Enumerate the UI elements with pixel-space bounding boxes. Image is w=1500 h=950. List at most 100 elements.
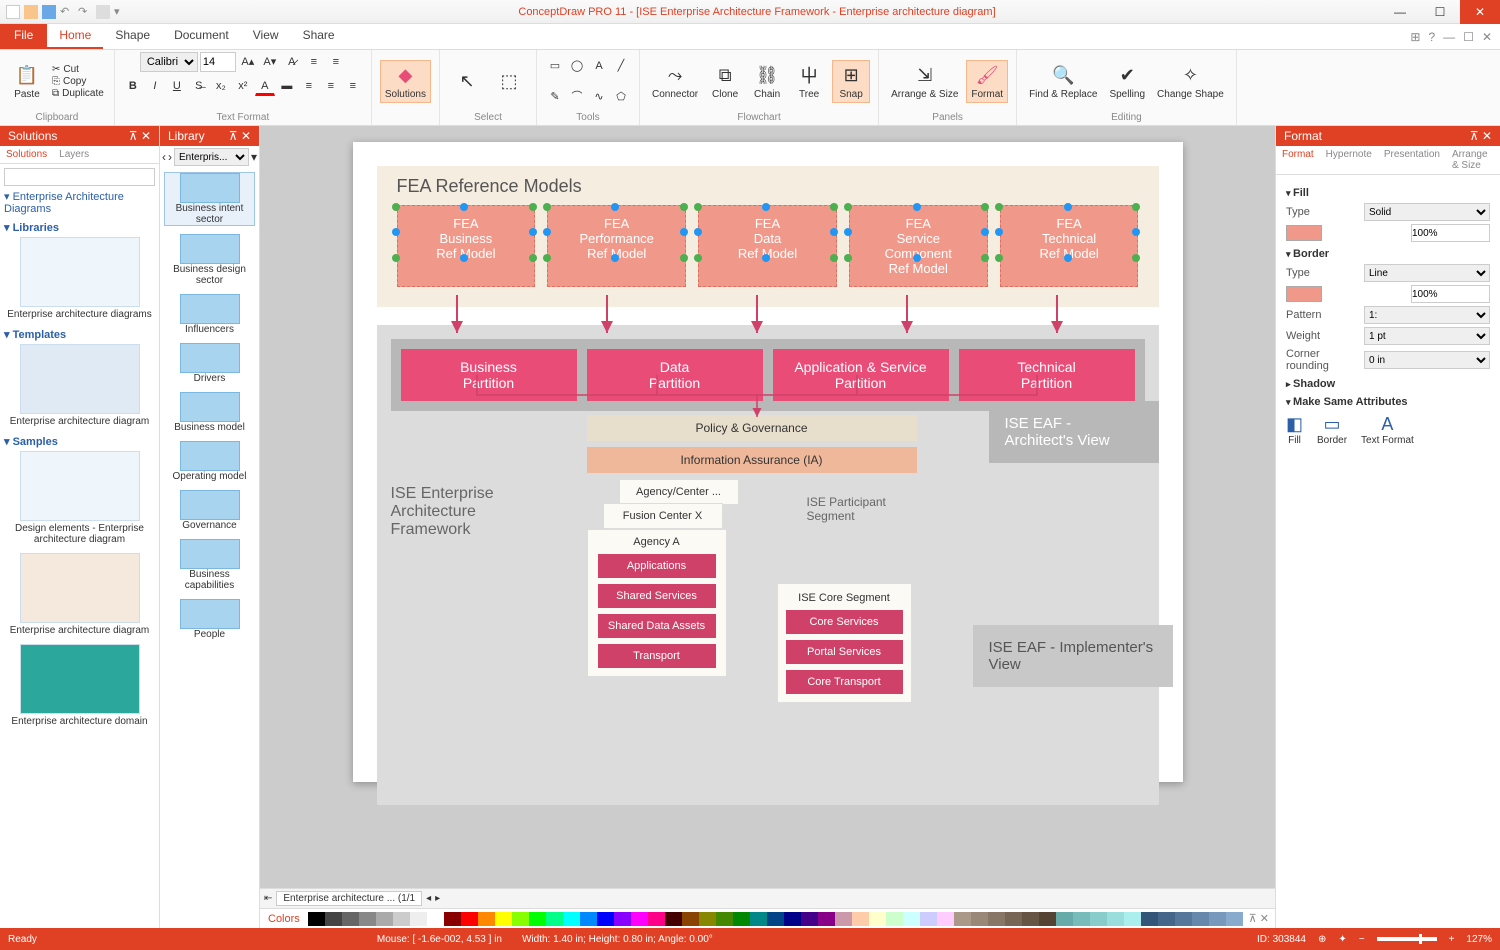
color-swatch[interactable] [308, 912, 325, 926]
copy-button[interactable]: ⎘ Copy [50, 76, 106, 87]
segment-card-1[interactable]: Agency A ApplicationsShared ServicesShar… [587, 529, 727, 677]
solutions-search[interactable] [4, 168, 155, 186]
color-swatch[interactable] [1005, 912, 1022, 926]
color-swatch[interactable] [682, 912, 699, 926]
color-swatch[interactable] [767, 912, 784, 926]
sheet-nav-prev[interactable]: ◂ [426, 893, 431, 904]
spline-tool[interactable]: ∿ [589, 87, 609, 107]
fill-opacity-input[interactable] [1411, 224, 1490, 242]
strike-button[interactable]: S̶ [189, 76, 209, 96]
library-shape-item[interactable]: Drivers [164, 343, 255, 384]
sample-thumb-1[interactable]: Design elements - Enterprise architectur… [4, 451, 155, 545]
status-icon-2[interactable]: ✦ [1338, 934, 1346, 945]
color-swatch[interactable] [546, 912, 563, 926]
color-swatch[interactable] [376, 912, 393, 926]
qat-open-icon[interactable] [24, 5, 38, 19]
align-mid-icon[interactable]: ≡ [321, 76, 341, 96]
fill-type-select[interactable]: Solid [1364, 203, 1490, 221]
color-swatch[interactable] [699, 912, 716, 926]
ribbon-options-icon[interactable]: ⊞ [1410, 30, 1420, 44]
poly-tool[interactable]: ⬠ [611, 87, 631, 107]
zoom-out-button[interactable]: − [1359, 934, 1365, 945]
color-swatch[interactable] [1107, 912, 1124, 926]
fea-ref-model-box[interactable]: FEAPerformanceRef Model [547, 205, 686, 287]
border-weight-select[interactable]: 1 pt [1364, 327, 1490, 345]
align-top-icon[interactable]: ≡ [299, 76, 319, 96]
arc-tool[interactable]: ⌒ [567, 87, 587, 107]
partition-box[interactable]: BusinessPartition [401, 349, 577, 401]
color-swatch[interactable] [393, 912, 410, 926]
italic-button[interactable]: I [145, 76, 165, 96]
library-shape-item[interactable]: Influencers [164, 294, 255, 335]
color-swatch[interactable] [478, 912, 495, 926]
sheet-nav-next[interactable]: ▸ [435, 893, 440, 904]
align-bot-icon[interactable]: ≡ [343, 76, 363, 96]
close-button[interactable]: ✕ [1460, 0, 1500, 24]
subscript-button[interactable]: x₂ [211, 76, 231, 96]
library-shape-item[interactable]: People [164, 599, 255, 640]
sheet-nav-first[interactable]: ⇤ [264, 893, 272, 904]
partition-box[interactable]: TechnicalPartition [959, 349, 1135, 401]
color-swatch[interactable] [1158, 912, 1175, 926]
border-section[interactable]: Border [1286, 248, 1490, 260]
border-type-select[interactable]: Line [1364, 264, 1490, 282]
fill-section[interactable]: Fill [1286, 187, 1490, 199]
sheet-tab[interactable]: Enterprise architecture ... (1/1 [276, 891, 422, 906]
sample-thumb-3[interactable]: Enterprise architecture domain [4, 644, 155, 727]
fea-ref-model-box[interactable]: FEADataRef Model [698, 205, 837, 287]
template-thumb[interactable]: Enterprise architecture diagram [4, 344, 155, 427]
pin-icon[interactable]: ⊼ [129, 129, 138, 143]
color-swatch[interactable] [495, 912, 512, 926]
zoom-level[interactable]: 127% [1466, 934, 1492, 945]
file-tab[interactable]: File [0, 24, 47, 49]
implementer-view-box[interactable]: ISE EAF - Implementer's View [973, 625, 1173, 687]
pin-icon[interactable]: ⊼ [229, 129, 238, 143]
panel-close-icon[interactable]: ✕ [1482, 129, 1492, 143]
library-shape-item[interactable]: Operating model [164, 441, 255, 482]
qat-undo-icon[interactable]: ↶ [60, 5, 74, 19]
color-swatch[interactable] [1090, 912, 1107, 926]
color-swatch[interactable] [988, 912, 1005, 926]
fea-container[interactable]: FEA Reference Models FEABusinessRef Mode… [377, 166, 1159, 307]
policy-box[interactable]: Policy & Governance [587, 415, 917, 441]
color-swatch[interactable] [733, 912, 750, 926]
underline-button[interactable]: U [167, 76, 187, 96]
color-swatch[interactable] [1209, 912, 1226, 926]
clone-button[interactable]: ⧉Clone [706, 61, 744, 102]
color-swatch[interactable] [1124, 912, 1141, 926]
library-shape-item[interactable]: Business model [164, 392, 255, 433]
qat-redo-icon[interactable]: ↷ [78, 5, 92, 19]
diagram-page[interactable]: FEA Reference Models FEABusinessRef Mode… [353, 142, 1183, 782]
same-text-button[interactable]: AText Format [1361, 414, 1414, 446]
core-layer-box[interactable]: Portal Services [786, 640, 903, 664]
duplicate-button[interactable]: ⧉ Duplicate [50, 88, 106, 99]
color-swatch[interactable] [818, 912, 835, 926]
ribbon-min-icon[interactable]: — [1443, 30, 1455, 44]
help-icon[interactable]: ? [1428, 30, 1435, 44]
templates-section[interactable]: ▾ Templates [4, 328, 155, 341]
agency-layer-box[interactable]: Transport [598, 644, 716, 668]
color-swatch[interactable] [665, 912, 682, 926]
pen-tool[interactable]: ✎ [545, 87, 565, 107]
same-border-button[interactable]: ▭Border [1317, 414, 1347, 446]
solution-tree-item[interactable]: ▾ Enterprise Architecture Diagrams [4, 190, 155, 215]
tab-document[interactable]: Document [162, 24, 241, 49]
font-name-select[interactable]: Calibri [140, 52, 198, 72]
color-swatch[interactable] [801, 912, 818, 926]
layers-subtab[interactable]: Layers [53, 146, 95, 163]
color-swatch[interactable] [427, 912, 444, 926]
color-swatch[interactable] [614, 912, 631, 926]
color-swatch[interactable] [886, 912, 903, 926]
color-swatch[interactable] [1141, 912, 1158, 926]
library-select[interactable]: Enterpris... [174, 148, 249, 166]
bold-button[interactable]: B [123, 76, 143, 96]
ribbon-restore-icon[interactable]: ☐ [1463, 30, 1474, 44]
border-opacity-input[interactable] [1411, 285, 1490, 303]
architect-view-box[interactable]: ISE EAF - Architect's View [989, 401, 1159, 463]
tab-shape[interactable]: Shape [103, 24, 162, 49]
color-swatch[interactable] [512, 912, 529, 926]
lower-container[interactable]: BusinessPartitionDataPartitionApplicatio… [377, 325, 1159, 805]
change-shape-button[interactable]: ✧Change Shape [1153, 61, 1228, 102]
tab-home[interactable]: Home [47, 24, 103, 49]
minimize-button[interactable]: — [1380, 0, 1420, 24]
